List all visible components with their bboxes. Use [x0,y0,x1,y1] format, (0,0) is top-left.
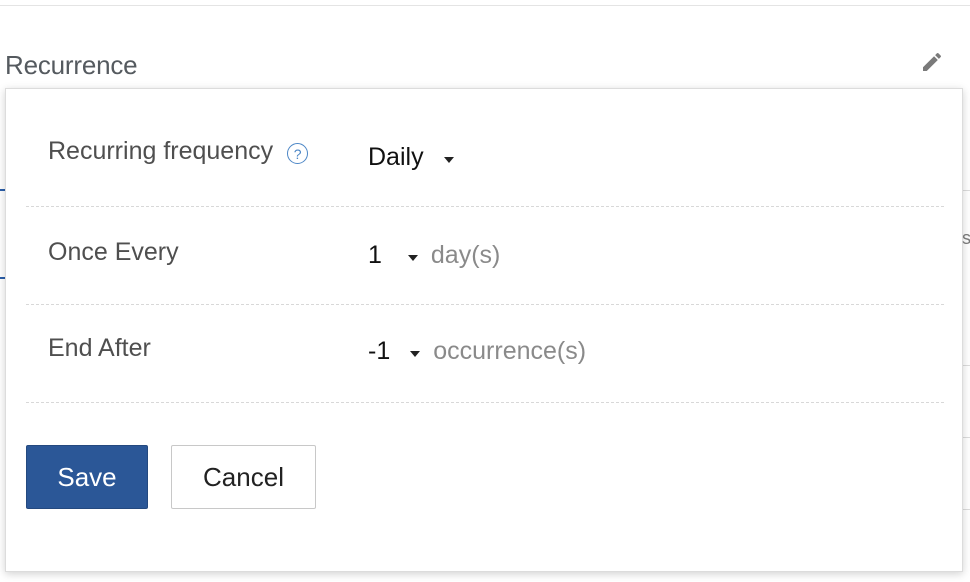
cancel-button[interactable]: Cancel [171,445,316,509]
background-divider [963,365,970,366]
section-title: Recurrence [5,50,138,80]
once-every-row: Once Every 1 day(s) [26,207,944,305]
once-every-select[interactable]: 1 day(s) [368,241,500,270]
end-after-select[interactable]: -1 occurrence(s) [368,337,586,366]
select-value: Daily [368,143,424,171]
unit-label: day(s) [430,241,501,269]
question-circle-icon[interactable]: ? [287,143,309,164]
unit-label: occurrence(s) [433,337,587,365]
background-divider [963,190,970,191]
recurrence-popup: Recurring frequency ? Daily Once Every 1… [5,88,963,572]
save-button[interactable]: Save [26,445,148,509]
background-divider [963,437,970,438]
background-divider [963,509,970,510]
recurrence-page: Recurrence Recurring frequency ? Daily O… [0,0,970,582]
divider [0,5,970,6]
pencil-icon[interactable] [920,50,944,74]
background-text-fragment: s [962,228,970,248]
end-after-label: End After [48,334,151,362]
select-value: -1 [368,337,391,365]
recurring-frequency-row: Recurring frequency ? Daily [26,109,944,207]
select-value: 1 [368,241,382,269]
caret-down-icon [443,156,454,163]
recurring-frequency-select[interactable]: Daily [368,143,454,172]
caret-down-icon [410,350,421,357]
once-every-label: Once Every [48,238,179,266]
recurring-frequency-label: Recurring frequency ? [48,137,309,166]
end-after-row: End After -1 occurrence(s) [26,305,944,403]
field-label-text: Recurring frequency [48,137,274,165]
caret-down-icon [407,254,418,261]
